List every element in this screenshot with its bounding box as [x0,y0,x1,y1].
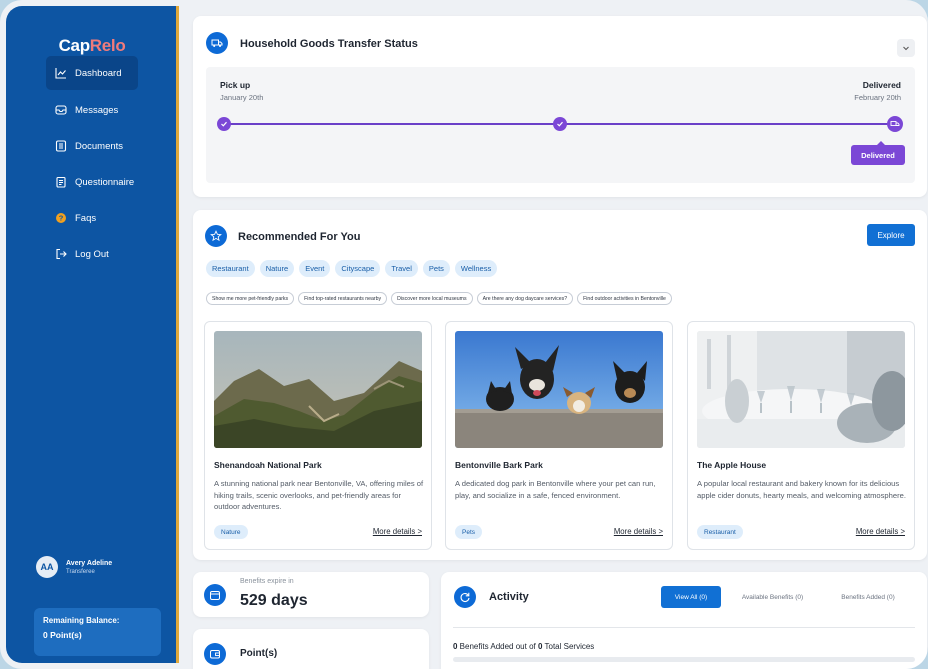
more-details-link[interactable]: More details > [856,527,905,536]
logo: CapRelo [58,36,126,55]
balance-label: Remaining Balance: [43,616,120,625]
tag-pets[interactable]: Pets [422,260,450,277]
timeline-end-date: February 20th [854,93,901,102]
sidebar-item-logout[interactable]: Log Out [46,237,138,271]
category-tags: Restaurant Nature Event Cityscape Travel… [206,260,498,277]
tag-cityscape[interactable]: Cityscape [335,260,381,277]
restaurant-image [697,331,905,448]
explore-button[interactable]: Explore [867,224,915,246]
calendar-icon [204,584,226,606]
app-frame: CapRelo Dashboard Messages Documents Que… [0,0,928,669]
delivery-truck-icon [887,116,903,132]
transfer-timeline: Pick up January 20th Delivered February … [206,67,915,183]
prompt-chip[interactable]: Show me more pet-friendly parks [206,292,295,305]
status-badge: Delivered [851,141,905,165]
sidebar-item-label: Log Out [75,248,109,260]
document-icon [55,140,67,152]
user-profile[interactable]: AA Avery Adeline Transferee [36,556,112,578]
refresh-icon [454,586,476,608]
tag-nature[interactable]: Nature [259,260,295,277]
card-tag: Pets [455,525,483,539]
prompt-chip[interactable]: Discover more local museums [391,292,473,305]
sidebar-item-label: Faqs [75,212,97,224]
activity-progress-bar [453,657,915,662]
recommended-card: Recommended For You Explore Restaurant N… [193,210,927,560]
benefits-label: Benefits expire in [240,578,294,585]
card-description: A stunning national park near Bentonvill… [214,479,424,511]
sidebar-item-faqs[interactable]: ? Faqs [46,201,138,235]
timeline-end-label: Delivered [862,80,901,90]
avatar: AA [36,556,58,578]
chevron-down-icon [902,39,910,57]
points-card: Point(s) [193,629,429,669]
prompt-chip[interactable]: Find outdoor activities in Bentonville [577,292,672,305]
card-tag: Restaurant [697,525,743,539]
transfer-status-card: Household Goods Transfer Status Pick up … [193,16,927,197]
transfer-title: Household Goods Transfer Status [240,38,418,50]
recommendation-card[interactable]: The Apple House A popular local restaura… [687,321,915,550]
user-name: Avery Adeline [66,559,113,567]
recommendation-card[interactable]: Bentonville Bark Park A dedicated dog pa… [445,321,673,550]
more-details-link[interactable]: More details > [373,527,422,536]
timeline-start-date: January 20th [220,93,264,102]
sidebar-item-messages[interactable]: Messages [46,93,138,127]
prompt-chip[interactable]: Find top-rated restaurants nearby [298,292,388,305]
tag-restaurant[interactable]: Restaurant [206,260,255,277]
card-title: Shenandoah National Park [214,460,322,470]
recommended-title: Recommended For You [238,231,361,243]
inbox-icon [55,104,67,116]
card-title: The Apple House [697,460,767,470]
sidebar-item-label: Questionnaire [75,176,135,188]
sidebar-item-questionnaire[interactable]: Questionnaire [46,165,138,199]
chart-line-icon [55,67,67,79]
points-label: Point(s) [240,648,278,659]
activity-title: Activity [489,591,529,603]
tag-wellness[interactable]: Wellness [454,260,498,277]
clipboard-icon [55,176,67,188]
svg-text:?: ? [59,214,64,223]
question-circle-icon: ? [55,212,67,224]
sidebar: CapRelo Dashboard Messages Documents Que… [6,6,178,663]
sidebar-item-label: Messages [75,104,119,116]
prompt-chip[interactable]: Are there any dog daycare services? [476,292,574,305]
balance-panel: Remaining Balance: 0 Point(s) [34,608,161,656]
timeline-start-label: Pick up [220,80,251,90]
card-description: A dedicated dog park in Bentonville wher… [455,479,656,500]
activity-summary: 0 Benefits Added out of 0 Total Services [453,642,595,651]
tab-available-benefits[interactable]: Available Benefits (0) [725,586,820,608]
wallet-icon [204,643,226,665]
more-details-link[interactable]: More details > [614,527,663,536]
sidebar-divider [176,6,179,663]
logout-icon [55,248,67,260]
divider [453,627,915,628]
card-description: A popular local restaurant and bakery kn… [697,479,906,500]
benefits-value: 529 days [240,592,308,609]
tag-travel[interactable]: Travel [385,260,418,277]
park-mountain-image [214,331,422,448]
check-icon [553,117,567,131]
prompt-suggestions: Show me more pet-friendly parks Find top… [206,292,672,305]
activity-card: Activity View All (0) Available Benefits… [441,572,927,669]
user-role: Transferee [66,568,95,575]
balance-value: 0 Point(s) [43,630,82,640]
tab-view-all[interactable]: View All (0) [661,586,721,608]
sidebar-item-label: Dashboard [75,67,122,79]
tab-benefits-added[interactable]: Benefits Added (0) [823,586,913,608]
truck-icon [206,32,228,54]
tag-event[interactable]: Event [299,260,331,277]
sidebar-item-dashboard[interactable]: Dashboard [46,56,138,90]
card-title: Bentonville Bark Park [455,460,543,470]
recommendation-card[interactable]: Shenandoah National Park A stunning nati… [204,321,432,550]
check-icon [217,117,231,131]
star-icon [205,225,227,247]
benefits-expiry-card: Benefits expire in 529 days [193,572,429,617]
dogs-image [455,331,663,448]
collapse-button[interactable] [897,39,915,57]
sidebar-item-label: Documents [75,140,124,152]
sidebar-item-documents[interactable]: Documents [46,129,138,163]
card-tag: Nature [214,525,248,539]
